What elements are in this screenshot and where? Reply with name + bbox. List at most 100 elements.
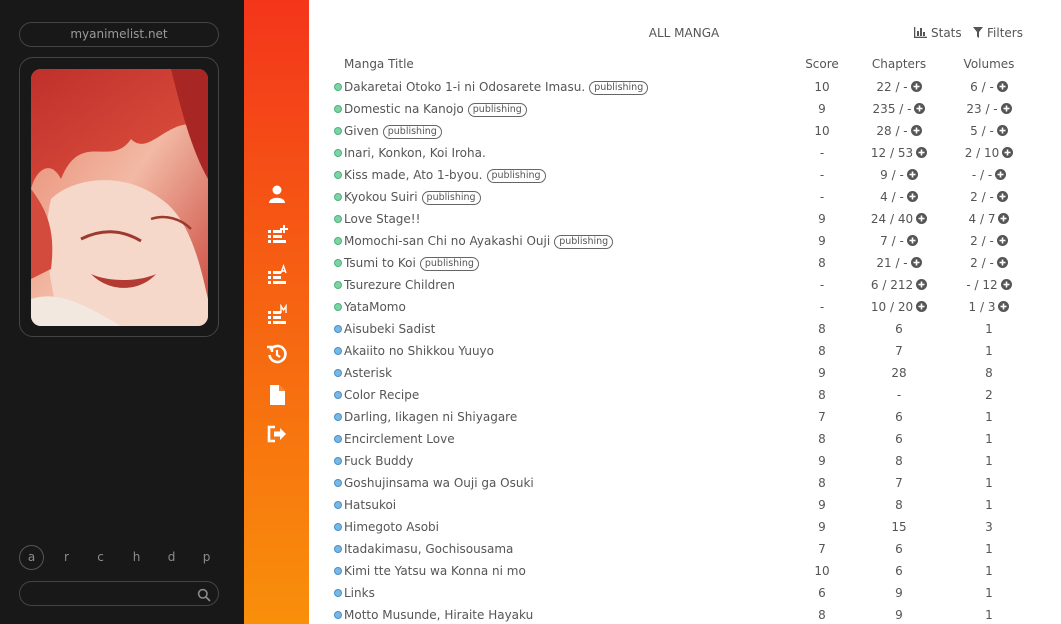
cover-image[interactable] (31, 69, 208, 326)
site-link[interactable]: myanimelist.net (19, 22, 219, 47)
increment-chapter-icon[interactable] (910, 257, 922, 268)
score-value[interactable]: 7 (789, 410, 855, 424)
score-value[interactable]: 10 (789, 80, 855, 94)
table-row[interactable]: Itadakimasu, Gochisousama 7 6 1 (309, 538, 1061, 560)
score-value[interactable]: 9 (789, 520, 855, 534)
score-value[interactable]: 8 (789, 256, 855, 270)
score-value[interactable]: 8 (789, 432, 855, 446)
list-add-icon[interactable] (266, 224, 288, 246)
letter-c[interactable]: c (88, 545, 113, 570)
manga-title-link[interactable]: Given publishing (344, 124, 442, 139)
manga-title-link[interactable]: Darling, Iikagen ni Shiyagare (344, 410, 517, 424)
increment-chapter-icon[interactable] (916, 301, 928, 312)
logout-icon[interactable] (266, 423, 288, 445)
manga-title-link[interactable]: Encirclement Love (344, 432, 455, 446)
table-row[interactable]: Akaiito no Shikkou Yuuyo 8 7 1 (309, 340, 1061, 362)
increment-chapter-icon[interactable] (910, 125, 922, 136)
table-row[interactable]: Tsurezure Children - 6 / 212 - / 12 (309, 274, 1061, 296)
table-row[interactable]: Encirclement Love 8 6 1 (309, 428, 1061, 450)
manga-title-link[interactable]: Kiss made, Ato 1-byou. publishing (344, 168, 546, 183)
column-chapters[interactable]: Chapters (859, 57, 939, 71)
manga-title-link[interactable]: Itadakimasu, Gochisousama (344, 542, 513, 556)
table-row[interactable]: Hatsukoi 9 8 1 (309, 494, 1061, 516)
score-value[interactable]: - (789, 190, 855, 204)
letter-d[interactable]: d (159, 545, 184, 570)
increment-chapter-icon[interactable] (916, 213, 928, 224)
table-row[interactable]: Kyokou Suiri publishing - 4 / - 2 / - (309, 186, 1061, 208)
table-row[interactable]: Fuck Buddy 9 8 1 (309, 450, 1061, 472)
increment-volume-icon[interactable] (1000, 103, 1012, 114)
manga-title-link[interactable]: Akaiito no Shikkou Yuuyo (344, 344, 494, 358)
manga-title-link[interactable]: Kimi tte Yatsu wa Konna ni mo (344, 564, 526, 578)
table-row[interactable]: YataMomo - 10 / 20 1 / 3 (309, 296, 1061, 318)
manga-title-link[interactable]: Inari, Konkon, Koi Iroha. (344, 146, 486, 160)
score-value[interactable]: 8 (789, 322, 855, 336)
score-value[interactable]: 6 (789, 586, 855, 600)
score-value[interactable]: 9 (789, 366, 855, 380)
score-value[interactable]: - (789, 278, 855, 292)
column-volumes[interactable]: Volumes (949, 57, 1029, 71)
manga-title-link[interactable]: Color Recipe (344, 388, 419, 402)
increment-chapter-icon[interactable] (906, 235, 918, 246)
manga-title-link[interactable]: Momochi-san Chi no Ayakashi Ouji publishi… (344, 234, 614, 249)
score-value[interactable]: 9 (789, 234, 855, 248)
score-value[interactable]: 8 (789, 388, 855, 402)
score-value[interactable]: 9 (789, 102, 855, 116)
table-row[interactable]: Color Recipe 8 - 2 (309, 384, 1061, 406)
manga-title-link[interactable]: YataMomo (344, 300, 406, 314)
increment-chapter-icon[interactable] (906, 169, 918, 180)
increment-chapter-icon[interactable] (916, 147, 928, 158)
manga-title-link[interactable]: Aisubeki Sadist (344, 322, 435, 336)
profile-icon[interactable] (266, 183, 288, 205)
table-row[interactable]: Motto Musunde, Hiraite Hayaku 8 9 1 (309, 604, 1061, 624)
increment-volume-icon[interactable] (1002, 147, 1014, 158)
letter-r[interactable]: r (54, 545, 79, 570)
score-value[interactable]: 9 (789, 212, 855, 226)
table-row[interactable]: Aisubeki Sadist 8 6 1 (309, 318, 1061, 340)
manga-title-link[interactable]: Fuck Buddy (344, 454, 413, 468)
manga-title-link[interactable]: Dakaretai Otoko 1-i ni Odosarete Imasu. p… (344, 80, 649, 95)
column-title[interactable]: Manga Title (344, 57, 414, 71)
increment-volume-icon[interactable] (996, 235, 1008, 246)
column-score[interactable]: Score (789, 57, 855, 71)
score-value[interactable]: 9 (789, 454, 855, 468)
increment-volume-icon[interactable] (998, 213, 1010, 224)
manga-title-link[interactable]: Himegoto Asobi (344, 520, 439, 534)
document-icon[interactable] (266, 384, 288, 406)
manga-title-link[interactable]: Tsumi to Koi publishing (344, 256, 479, 271)
score-value[interactable]: 7 (789, 542, 855, 556)
increment-chapter-icon[interactable] (916, 279, 928, 290)
search-icon[interactable] (197, 587, 211, 602)
manga-title-link[interactable]: Motto Musunde, Hiraite Hayaku (344, 608, 533, 622)
manga-title-link[interactable]: Links (344, 586, 375, 600)
score-value[interactable]: - (789, 300, 855, 314)
increment-chapter-icon[interactable] (906, 191, 918, 202)
letter-h[interactable]: h (124, 545, 149, 570)
search-input[interactable] (30, 584, 190, 603)
increment-volume-icon[interactable] (1000, 279, 1012, 290)
increment-volume-icon[interactable] (996, 125, 1008, 136)
score-value[interactable]: 8 (789, 476, 855, 490)
table-row[interactable]: Dakaretai Otoko 1-i ni Odosarete Imasu. p… (309, 76, 1061, 98)
letter-a[interactable]: a (19, 545, 44, 570)
manga-title-link[interactable]: Love Stage!! (344, 212, 420, 226)
increment-volume-icon[interactable] (998, 301, 1010, 312)
table-row[interactable]: Tsumi to Koi publishing 8 21 / - 2 / - (309, 252, 1061, 274)
table-row[interactable]: Love Stage!! 9 24 / 40 4 / 7 (309, 208, 1061, 230)
increment-chapter-icon[interactable] (914, 103, 926, 114)
letter-p[interactable]: p (194, 545, 219, 570)
increment-chapter-icon[interactable] (910, 81, 922, 92)
manga-title-link[interactable]: Kyokou Suiri publishing (344, 190, 481, 205)
score-value[interactable]: - (789, 168, 855, 182)
table-row[interactable]: Asterisk 9 28 8 (309, 362, 1061, 384)
increment-volume-icon[interactable] (996, 81, 1008, 92)
score-value[interactable]: 9 (789, 498, 855, 512)
score-value[interactable]: 8 (789, 344, 855, 358)
table-row[interactable]: Momochi-san Chi no Ayakashi Ouji publishi… (309, 230, 1061, 252)
score-value[interactable]: 8 (789, 608, 855, 622)
manga-title-link[interactable]: Tsurezure Children (344, 278, 455, 292)
table-row[interactable]: Domestic na Kanojo publishing 9 235 / - 23 /… (309, 98, 1061, 120)
manga-title-link[interactable]: Asterisk (344, 366, 392, 380)
list-sort-alpha-icon[interactable] (266, 263, 288, 286)
score-value[interactable]: 10 (789, 124, 855, 138)
